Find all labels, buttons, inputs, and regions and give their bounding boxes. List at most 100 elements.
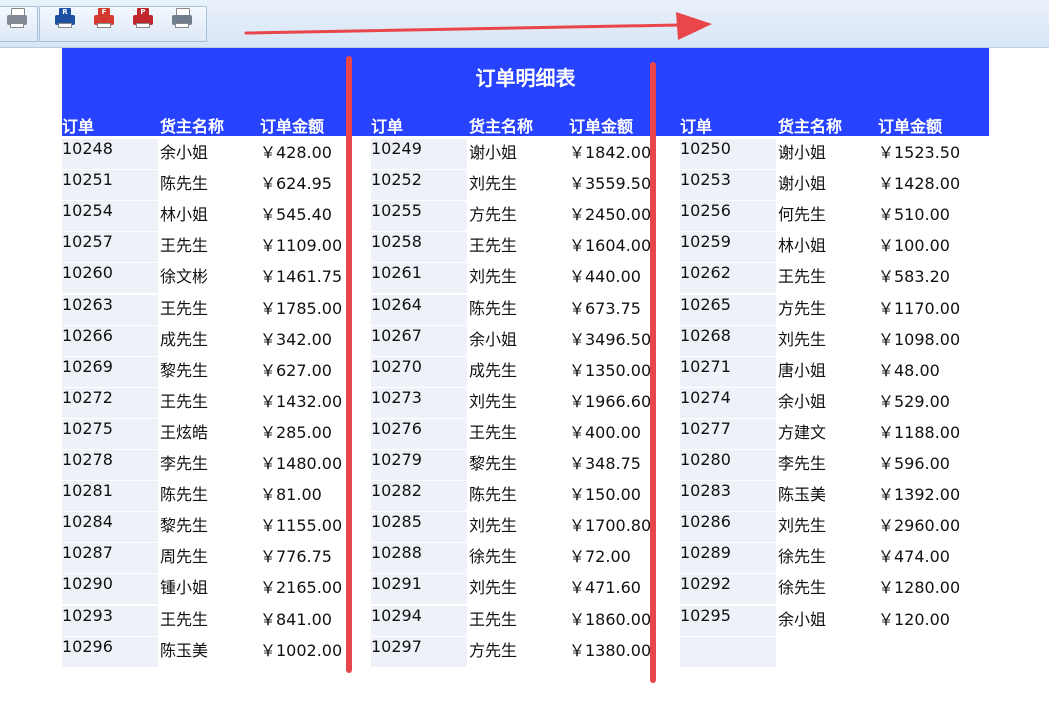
order-id-cell: 10277 — [680, 418, 776, 449]
shipper-name-cell: 谢小姐 — [778, 174, 827, 194]
shipper-name-cell: 刘先生 — [778, 516, 827, 536]
order-amount-cell: ￥1523.50 — [878, 143, 961, 162]
shipper-name-cell: 王先生 — [778, 267, 827, 287]
order-id-cell: 10253 — [680, 170, 776, 201]
toolbar: RFP — [0, 0, 1049, 48]
shipper-name-cell: 陈先生 — [469, 485, 518, 505]
shipper-name-cell: 刘先生 — [469, 578, 518, 598]
col-head-order: 订单 — [62, 117, 95, 136]
print-r-icon[interactable]: R — [52, 8, 78, 30]
shipper-name-cell: 徐先生 — [469, 547, 518, 567]
order-id-cell: 10272 — [62, 387, 158, 418]
order-amount-cell: ￥428.00 — [260, 143, 332, 162]
shipper-name-cell: 何先生 — [778, 205, 827, 225]
order-id-cell: 10273 — [371, 387, 467, 418]
order-amount-cell: ￥583.20 — [878, 267, 950, 287]
order-id-cell: 10270 — [371, 356, 467, 387]
shipper-name-cell: 方先生 — [469, 640, 518, 660]
printer-icon[interactable] — [169, 8, 195, 30]
order-amount-cell: ￥1461.75 — [260, 267, 343, 287]
order-id-cell: 10271 — [680, 356, 776, 387]
shipper-name-cell: 李先生 — [160, 454, 209, 473]
order-amount-cell: ￥1480.00 — [260, 454, 343, 473]
shipper-name-cell: 锺小姐 — [160, 578, 209, 598]
shipper-name-cell: 林小姐 — [160, 205, 209, 225]
col-head-amount: 订单金额 — [878, 117, 943, 136]
order-id-cell: 10256 — [680, 201, 776, 232]
order-amount-cell: ￥1392.00 — [878, 485, 961, 505]
shipper-name-cell: 王炫皓 — [160, 422, 209, 442]
print-preview-icon[interactable] — [4, 8, 30, 30]
order-amount-cell: ￥2450.00 — [569, 205, 652, 225]
order-amount-cell: ￥627.00 — [260, 360, 332, 380]
shipper-name-cell: 谢小姐 — [778, 143, 827, 162]
order-id-cell: 10287 — [62, 543, 158, 574]
print-p-icon[interactable]: P — [130, 8, 156, 30]
order-id-cell: 10264 — [371, 294, 467, 325]
order-amount-cell: ￥1604.00 — [569, 236, 652, 256]
order-amount-cell: ￥342.00 — [260, 329, 332, 349]
order-amount-cell: ￥2165.00 — [260, 578, 343, 598]
order-id-cell: 10258 — [371, 232, 467, 263]
order-amount-cell: ￥1700.80 — [569, 516, 652, 536]
print-f-icon[interactable]: F — [91, 8, 117, 30]
order-id-cell: 10284 — [62, 512, 158, 543]
shipper-name-cell: 唐小姐 — [778, 360, 827, 380]
shipper-name-cell: 刘先生 — [469, 267, 518, 287]
order-amount-cell: ￥1432.00 — [260, 391, 343, 411]
order-amount-cell: ￥1098.00 — [878, 329, 961, 349]
shipper-name-cell: 徐先生 — [778, 547, 827, 567]
order-id-cell: 10254 — [62, 201, 158, 232]
shipper-name-cell: 王先生 — [469, 236, 518, 256]
order-id-cell: 10275 — [62, 418, 158, 449]
shipper-name-cell: 刘先生 — [469, 174, 518, 194]
col-head-shipper: 货主名称 — [778, 117, 843, 136]
order-id-cell: 10289 — [680, 543, 776, 574]
order-id-cell: 10249 — [371, 139, 467, 169]
order-id-cell: 10294 — [371, 605, 467, 636]
order-id-cell: 10295 — [680, 605, 776, 636]
order-amount-cell: ￥3496.50 — [569, 329, 652, 349]
order-id-cell: 10266 — [62, 325, 158, 356]
shipper-name-cell: 成先生 — [469, 360, 518, 380]
order-amount-cell: ￥150.00 — [569, 485, 641, 505]
order-amount-cell: ￥348.75 — [569, 454, 641, 473]
order-id-cell: 10282 — [371, 481, 467, 512]
order-amount-cell: ￥1155.00 — [260, 516, 343, 536]
shipper-name-cell: 方建文 — [778, 422, 827, 442]
order-id-cell: 10280 — [680, 450, 776, 480]
shipper-name-cell: 陈先生 — [160, 174, 209, 194]
order-amount-cell: ￥673.75 — [569, 298, 641, 318]
order-id-cell: 10292 — [680, 574, 776, 605]
order-id-cell: 10288 — [371, 543, 467, 574]
shipper-name-cell: 王先生 — [469, 422, 518, 442]
order-id-cell: 10267 — [371, 325, 467, 356]
order-id-cell: 10296 — [62, 636, 158, 667]
order-amount-cell: ￥1966.60 — [569, 391, 652, 411]
order-amount-cell: ￥3559.50 — [569, 174, 652, 194]
order-id-cell: 10260 — [62, 263, 158, 294]
order-id-cell: 10293 — [62, 605, 158, 636]
shipper-name-cell: 王先生 — [160, 391, 209, 411]
shipper-name-cell: 余小姐 — [778, 609, 827, 629]
order-id-cell: 10262 — [680, 263, 776, 294]
shipper-name-cell: 余小姐 — [160, 143, 209, 162]
order-id-cell: 10257 — [62, 232, 158, 263]
order-id-cell: 10286 — [680, 512, 776, 543]
col-head-order: 订单 — [371, 117, 404, 136]
order-id-cell: 10261 — [371, 263, 467, 294]
order-amount-cell: ￥81.00 — [260, 485, 322, 505]
order-amount-cell: ￥1428.00 — [878, 174, 961, 194]
order-id-cell: 10251 — [62, 170, 158, 201]
shipper-name-cell: 余小姐 — [469, 329, 518, 349]
order-id-cell: 10283 — [680, 481, 776, 512]
order-id-cell: 10279 — [371, 450, 467, 480]
order-id-cell: 10259 — [680, 232, 776, 263]
shipper-name-cell: 王先生 — [469, 609, 518, 629]
order-id-cell: 10263 — [62, 294, 158, 325]
order-amount-cell: ￥440.00 — [569, 267, 641, 287]
order-id-cell: 10274 — [680, 387, 776, 418]
order-id-cell: 10250 — [680, 139, 776, 169]
shipper-name-cell: 陈玉美 — [778, 485, 827, 505]
col-head-amount: 订单金额 — [569, 117, 634, 136]
